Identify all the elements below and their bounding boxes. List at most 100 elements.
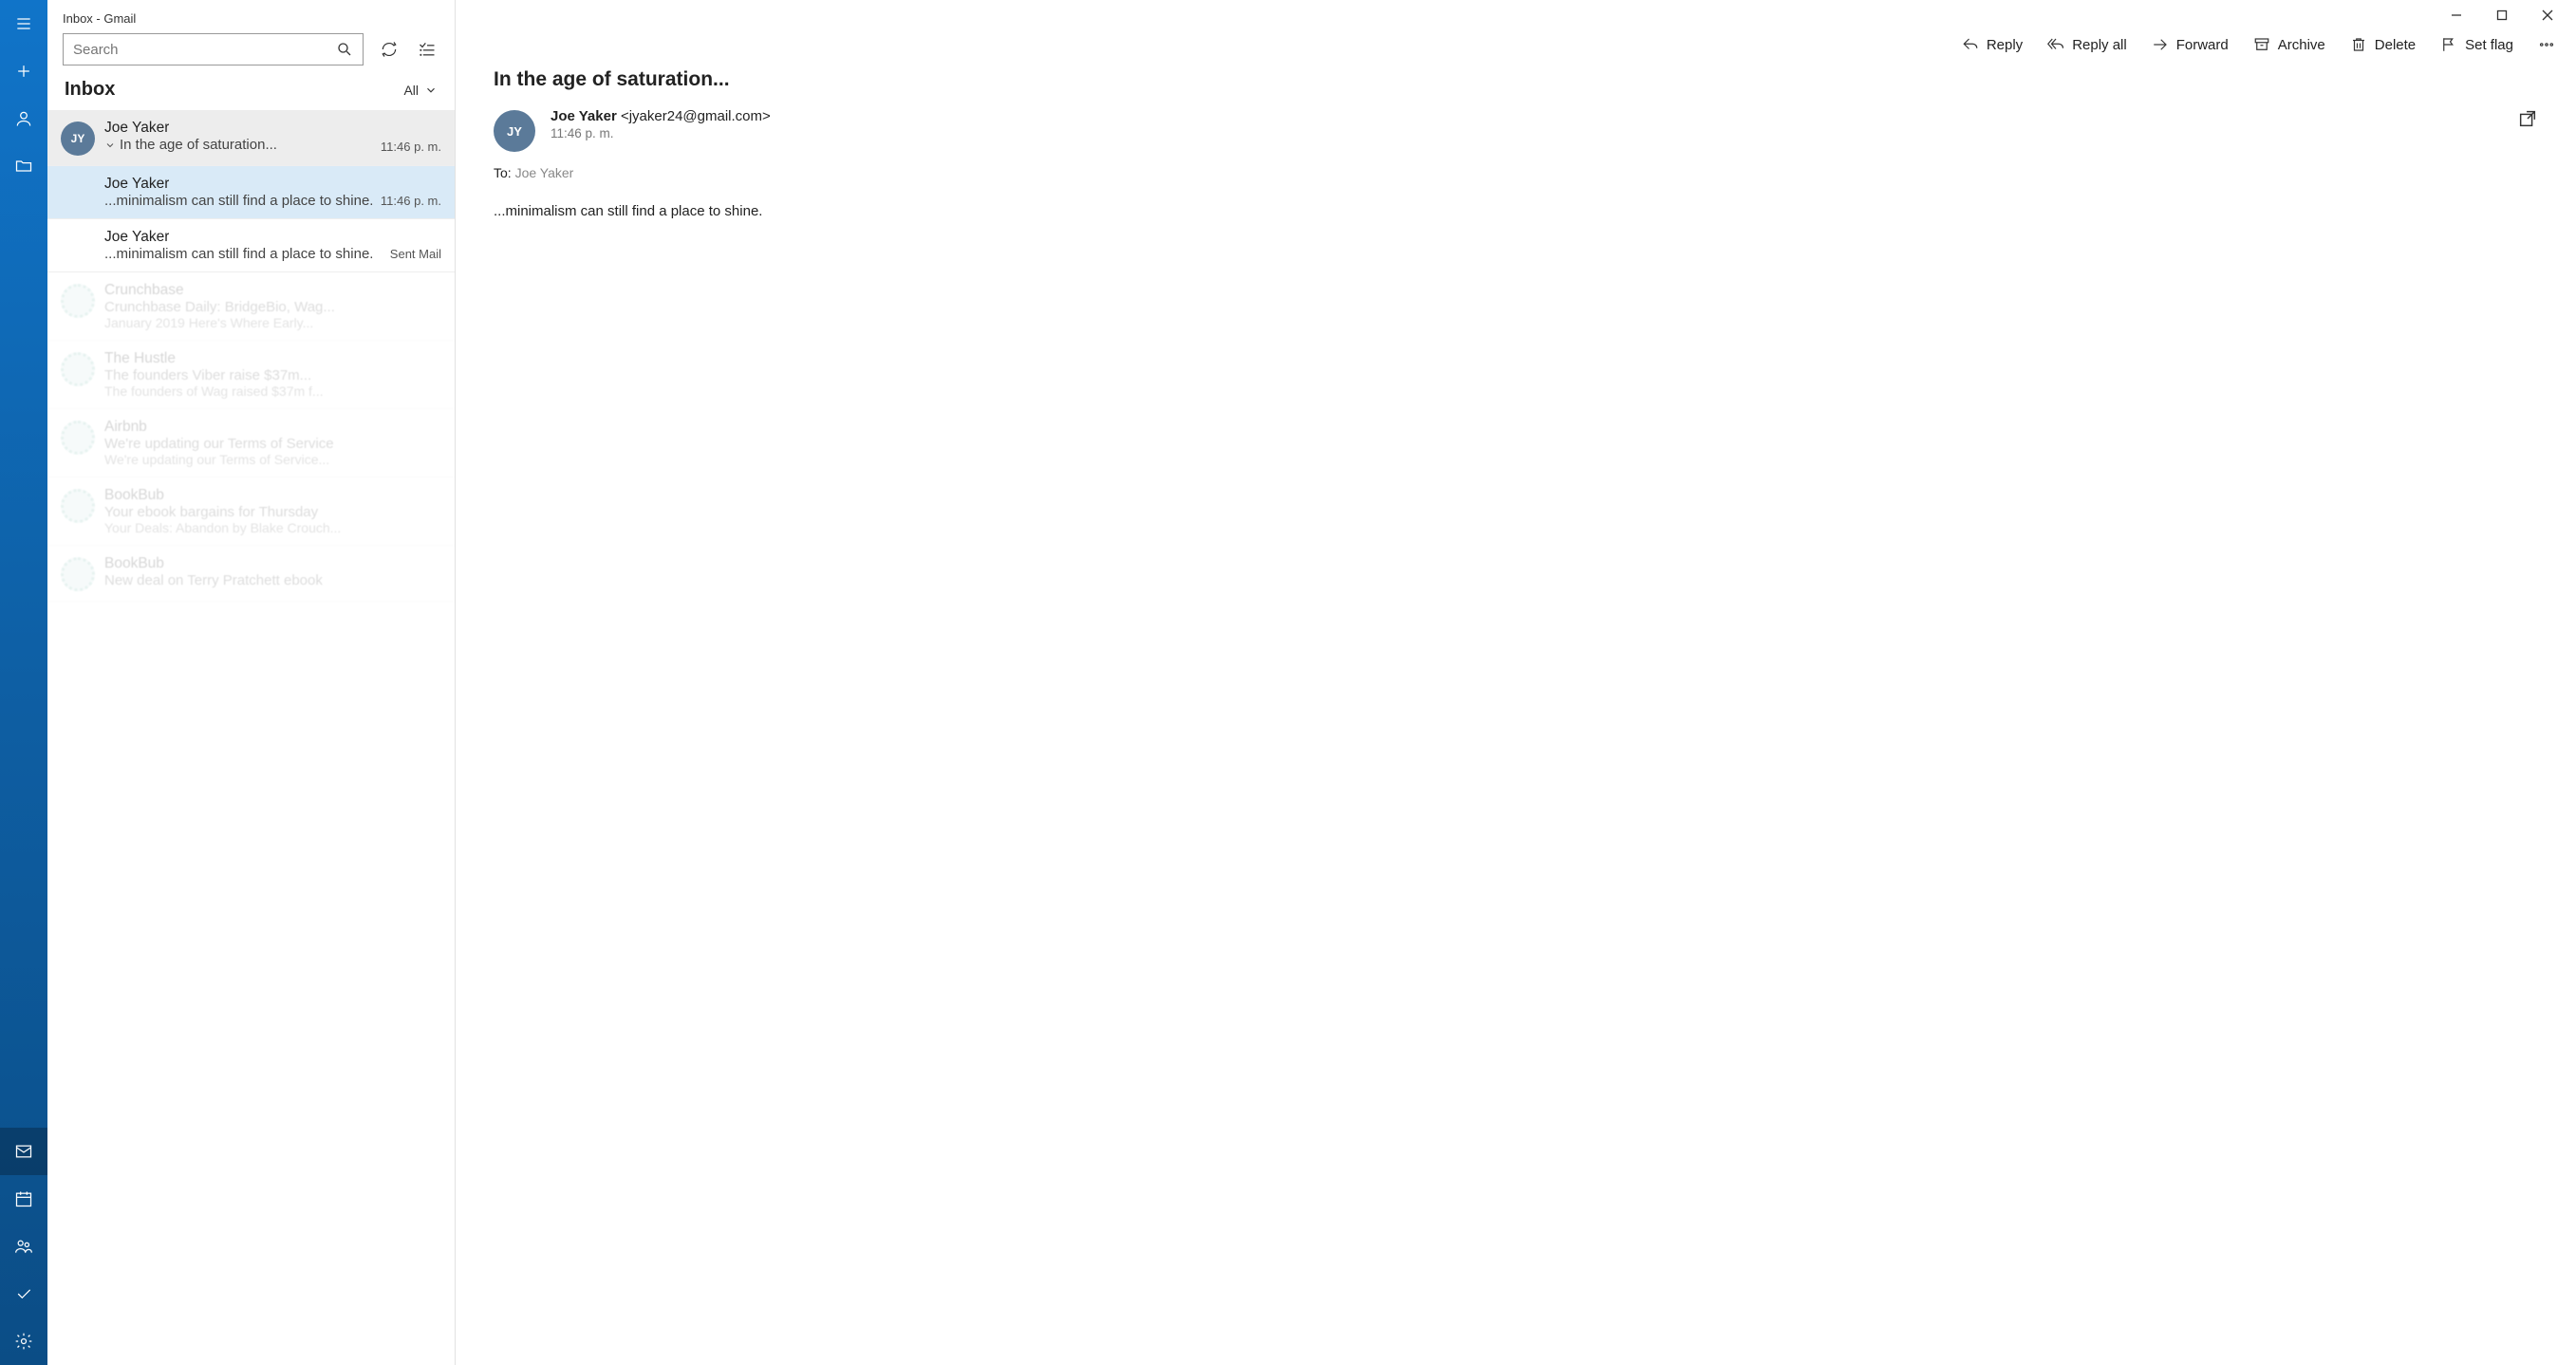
close-icon	[2542, 9, 2553, 21]
message-from: Joe Yaker	[104, 120, 169, 137]
sync-button[interactable]	[377, 37, 401, 62]
filter-dropdown[interactable]: All	[403, 83, 438, 98]
multiselect-icon	[418, 40, 437, 59]
plus-icon	[14, 62, 33, 81]
archive-button[interactable]: Archive	[2253, 36, 2325, 53]
nav-rail	[0, 0, 47, 1365]
menu-button[interactable]	[0, 0, 47, 47]
reply-all-icon	[2047, 36, 2064, 53]
folders-button[interactable]	[0, 142, 47, 190]
settings-button[interactable]	[0, 1318, 47, 1365]
message-row[interactable]: CrunchbaseCrunchbase Daily: BridgeBio, W…	[47, 272, 455, 341]
select-mode-button[interactable]	[415, 37, 439, 62]
message-preview: Your Deals: Abandon by Blake Crouch...	[104, 520, 441, 535]
check-icon	[14, 1284, 33, 1303]
delete-button[interactable]: Delete	[2350, 36, 2416, 53]
message-row[interactable]: JY Joe YakerIn the age of saturation... 11…	[47, 110, 455, 166]
mail-to: To: Joe Yaker	[494, 165, 2538, 180]
calendar-icon	[14, 1189, 33, 1208]
message-list[interactable]: JYJoe YakerIn the age of saturation...11…	[47, 110, 455, 1365]
chevron-down-icon	[104, 140, 116, 151]
avatar	[61, 421, 95, 455]
message-row[interactable]: The HustleThe founders Viber raise $37m.…	[47, 341, 455, 409]
avatar	[61, 284, 95, 318]
message-subject: In the age of saturation...	[104, 137, 277, 153]
message-preview: We're updating our Terms of Service...	[104, 452, 441, 467]
reply-all-button[interactable]: Reply all	[2047, 36, 2127, 53]
open-in-window-button[interactable]	[2517, 108, 2538, 132]
message-from: The Hustle	[104, 350, 176, 367]
mail-body: ...minimalism can still find a place to …	[494, 203, 2538, 219]
message-preview: The founders of Wag raised $37m f...	[104, 383, 441, 399]
more-actions-button[interactable]	[2538, 36, 2555, 53]
flag-button[interactable]: Set flag	[2440, 36, 2513, 53]
window-close-button[interactable]	[2527, 1, 2568, 29]
message-time: 11:46 p. m.	[381, 194, 441, 208]
message-row[interactable]: BookBubYour ebook bargains for ThursdayY…	[47, 477, 455, 546]
message-from: Joe Yaker	[104, 229, 169, 246]
calendar-app-button[interactable]	[0, 1175, 47, 1223]
message-list-pane: Inbox - Gmail Inbox All JYJoe YakerIn th…	[47, 0, 456, 1365]
mail-app-button[interactable]	[0, 1128, 47, 1175]
avatar	[61, 352, 95, 386]
flag-icon	[2440, 36, 2457, 53]
message-subject: ...minimalism can still find a place to …	[104, 246, 373, 262]
message-time: Sent Mail	[390, 247, 441, 261]
avatar: JY	[61, 122, 95, 156]
reply-icon	[1962, 36, 1979, 53]
mail-subject: In the age of saturation...	[494, 68, 2538, 91]
reply-button[interactable]: Reply	[1962, 36, 2023, 53]
more-icon	[2538, 36, 2555, 53]
message-from: BookBub	[104, 555, 164, 572]
refresh-icon	[380, 40, 399, 59]
popout-icon	[2517, 108, 2538, 129]
search-icon	[336, 41, 353, 58]
folder-icon	[14, 157, 33, 176]
message-subject: New deal on Terry Pratchett ebook	[104, 572, 323, 589]
message-subject: We're updating our Terms of Service	[104, 436, 334, 452]
window-title: Inbox - Gmail	[63, 8, 439, 33]
message-subject: Crunchbase Daily: BridgeBio, Wag...	[104, 299, 335, 315]
window-maximize-button[interactable]	[2481, 1, 2523, 29]
message-subject: The founders Viber raise $37m...	[104, 367, 311, 383]
message-from: Airbnb	[104, 419, 147, 436]
mail-from: Joe Yaker <jyaker24@gmail.com>	[551, 108, 771, 124]
mail-action-bar: Reply Reply all Forward Archive Delete S…	[456, 30, 2576, 59]
avatar	[61, 557, 95, 591]
mail-time: 11:46 p. m.	[551, 126, 771, 140]
message-from: Joe Yaker	[104, 176, 169, 193]
compose-button[interactable]	[0, 47, 47, 95]
message-row[interactable]: BookBubNew deal on Terry Pratchett ebook	[47, 546, 455, 602]
minimize-icon	[2451, 9, 2462, 21]
sender-avatar: JY	[494, 110, 535, 152]
message-preview: January 2019 Here's Where Early...	[104, 315, 441, 330]
person-icon	[14, 109, 33, 128]
reading-pane: Reply Reply all Forward Archive Delete S…	[456, 0, 2576, 1365]
folder-name: Inbox	[65, 79, 115, 101]
forward-button[interactable]: Forward	[2152, 36, 2229, 53]
avatar	[61, 489, 95, 523]
message-from: Crunchbase	[104, 282, 184, 299]
message-from: BookBub	[104, 487, 164, 504]
archive-icon	[2253, 36, 2270, 53]
window-minimize-button[interactable]	[2436, 1, 2477, 29]
message-subject: Your ebook bargains for Thursday	[104, 504, 318, 520]
message-row[interactable]: AirbnbWe're updating our Terms of Servic…	[47, 409, 455, 477]
search-input[interactable]	[73, 42, 336, 58]
message-row[interactable]: Joe Yaker...minimalism can still find a …	[47, 166, 455, 219]
people-icon	[14, 1237, 33, 1256]
people-app-button[interactable]	[0, 1223, 47, 1270]
maximize-icon	[2496, 9, 2508, 21]
chevron-down-icon	[424, 84, 438, 97]
account-button[interactable]	[0, 95, 47, 142]
trash-icon	[2350, 36, 2367, 53]
message-subject: ...minimalism can still find a place to …	[104, 193, 373, 209]
filter-label: All	[403, 83, 419, 98]
hamburger-icon	[14, 14, 33, 33]
todo-app-button[interactable]	[0, 1270, 47, 1318]
message-row[interactable]: Joe Yaker...minimalism can still find a …	[47, 219, 455, 272]
gear-icon	[14, 1332, 33, 1351]
search-box[interactable]	[63, 33, 364, 65]
mail-icon	[14, 1142, 33, 1161]
message-time: 11:46 p. m.	[381, 140, 441, 154]
